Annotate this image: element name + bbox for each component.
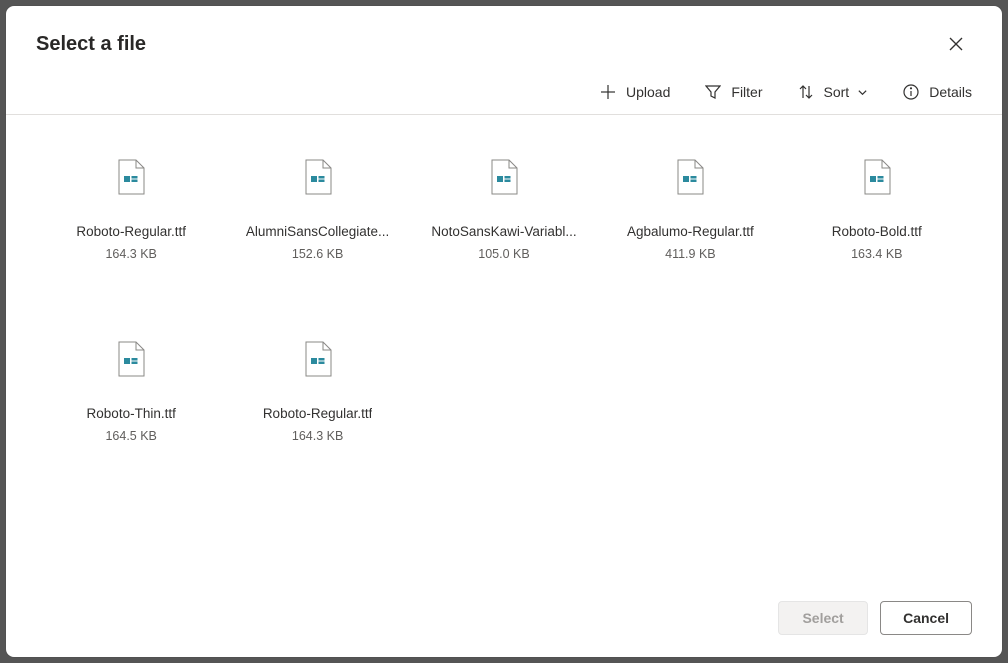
file-item[interactable]: Roboto-Regular.ttf 164.3 KB [38,155,224,325]
sort-icon [798,84,814,100]
file-size: 163.4 KB [851,247,902,261]
file-name: Roboto-Bold.ttf [832,223,922,242]
modal-title: Select a file [36,33,146,56]
file-item[interactable]: AlumniSansCollegiate... 152.6 KB [224,155,410,325]
chevron-down-icon [857,87,868,98]
file-size: 164.5 KB [105,429,156,443]
file-item[interactable]: NotoSansKawi-Variabl... 105.0 KB [411,155,597,325]
details-button[interactable]: Details [903,84,972,100]
file-picker-modal: Select a file Upload Filter [6,6,1002,657]
font-file-icon [490,159,518,195]
info-icon [903,84,919,100]
file-size: 164.3 KB [105,247,156,261]
close-icon [949,37,963,51]
font-file-icon [117,159,145,195]
toolbar: Upload Filter Sort [6,78,1002,115]
file-size: 105.0 KB [478,247,529,261]
modal-footer: Select Cancel [6,585,1002,657]
file-item[interactable]: Roboto-Regular.ttf 164.3 KB [224,337,410,507]
modal-backdrop: Select a file Upload Filter [0,0,1008,663]
modal-header: Select a file [6,6,1002,78]
font-file-icon [863,159,891,195]
font-file-icon [117,341,145,377]
font-file-icon [304,341,332,377]
file-name: AlumniSansCollegiate... [246,223,389,242]
file-name: Roboto-Regular.ttf [263,405,373,424]
file-item[interactable]: Roboto-Thin.ttf 164.5 KB [38,337,224,507]
file-size: 411.9 KB [665,247,716,261]
filter-button[interactable]: Filter [705,84,762,100]
file-item[interactable]: Agbalumo-Regular.ttf 411.9 KB [597,155,783,325]
file-name: NotoSansKawi-Variabl... [431,223,576,242]
cancel-button[interactable]: Cancel [880,601,972,635]
filter-icon [705,84,721,100]
file-item[interactable]: Roboto-Bold.ttf 163.4 KB [784,155,970,325]
sort-button[interactable]: Sort [798,84,869,100]
file-size: 164.3 KB [292,429,343,443]
font-file-icon [676,159,704,195]
file-name: Roboto-Regular.ttf [76,223,186,242]
file-name: Agbalumo-Regular.ttf [627,223,754,242]
select-button[interactable]: Select [778,601,868,635]
font-file-icon [304,159,332,195]
upload-button[interactable]: Upload [600,84,670,100]
plus-icon [600,84,616,100]
upload-label: Upload [626,84,670,100]
details-label: Details [929,84,972,100]
file-name: Roboto-Thin.ttf [87,405,176,424]
file-grid: Roboto-Regular.ttf 164.3 KB AlumniSansCo… [6,115,1002,585]
close-button[interactable] [940,28,972,60]
filter-label: Filter [731,84,762,100]
sort-label: Sort [824,84,850,100]
file-size: 152.6 KB [292,247,343,261]
